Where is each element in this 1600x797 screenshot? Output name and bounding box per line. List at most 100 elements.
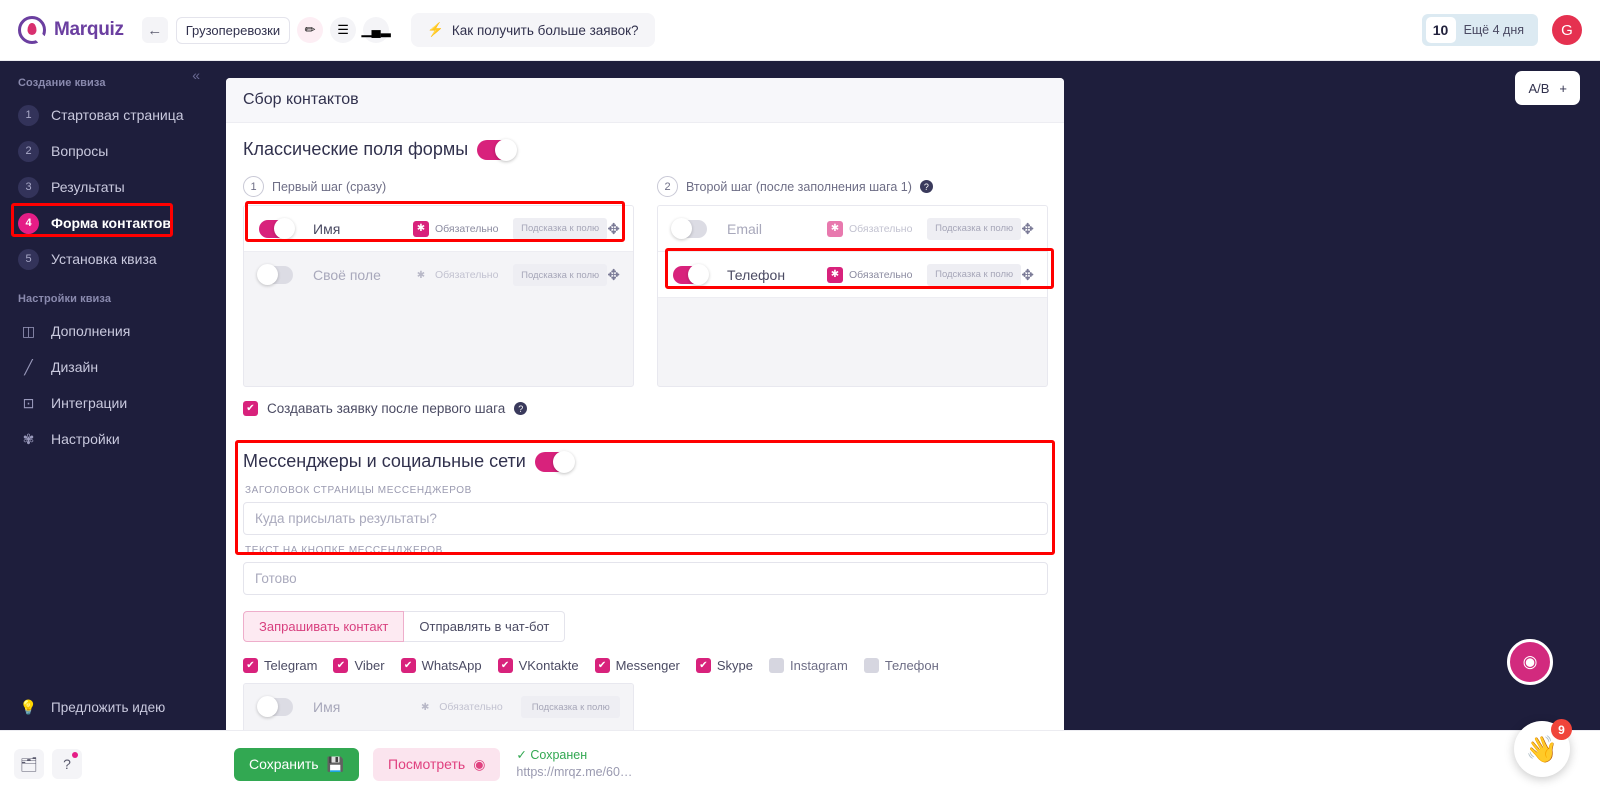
- top-bar: Marquiz ← Грузоперевозки ✏ ☰ ▁▄▂ ⚡ Как п…: [0, 0, 1600, 61]
- required-star-icon[interactable]: ✱: [417, 699, 433, 715]
- checkbox[interactable]: ✔: [333, 658, 349, 673]
- checkbox[interactable]: [769, 658, 785, 673]
- messengers-toggle[interactable]: [534, 450, 575, 473]
- channel-instagram[interactable]: Instagram: [769, 658, 848, 673]
- brush-icon: ╱: [24, 358, 33, 375]
- sidebar-item-install-quiz[interactable]: 5 Установка квиза: [0, 241, 210, 277]
- help-question-icon[interactable]: ?: [52, 749, 82, 779]
- channel-viber[interactable]: ✔ Viber: [333, 658, 385, 673]
- messengers-section: Мессенджеры и социальные сети ЗАГОЛОВОК …: [243, 450, 1048, 730]
- required-star-icon[interactable]: ✱: [413, 267, 429, 283]
- page-title-label: ЗАГОЛОВОК СТРАНИЦЫ МЕССЕНДЖЕРОВ: [245, 485, 472, 496]
- ab-test-button[interactable]: A/B +: [1515, 71, 1580, 105]
- back-button[interactable]: ←: [141, 17, 168, 43]
- sidebar-item-label: Установка квиза: [51, 251, 157, 267]
- field-row-messenger-name[interactable]: Имя ✱ Обязательно Подсказка к полю: [244, 684, 633, 730]
- button-text-input[interactable]: Готово: [243, 562, 1048, 595]
- quiz-name-field[interactable]: Грузоперевозки: [175, 16, 291, 44]
- preview-eye-fab[interactable]: ◉: [1507, 639, 1553, 685]
- promo-banner[interactable]: ⚡ Как получить больше заявок?: [411, 13, 655, 47]
- required-star-icon[interactable]: ✱: [826, 220, 843, 237]
- field-required[interactable]: ✱ Обязательно: [826, 266, 927, 283]
- sidebar-item-contact-form[interactable]: 4 Форма контактов: [0, 205, 210, 241]
- edit-pencil-icon[interactable]: ✏: [297, 17, 324, 43]
- messenger-mode-tabs: Запрашивать контакт Отправлять в чат-бот: [243, 611, 1047, 642]
- field-required[interactable]: ✱ Обязательно: [417, 699, 521, 715]
- sidebar-collapse-icon[interactable]: «: [192, 67, 200, 83]
- field-hint-input[interactable]: Подсказка к полю: [521, 696, 621, 718]
- move-icon[interactable]: ✥: [1021, 266, 1034, 284]
- checkbox[interactable]: [863, 658, 879, 673]
- app-root: Marquiz ← Грузоперевозки ✏ ☰ ▁▄▂ ⚡ Как п…: [0, 0, 1600, 797]
- field-row-phone[interactable]: Телефон ✱ Обязательно Подсказка к полю ✥: [658, 252, 1047, 298]
- save-button[interactable]: Сохранить 💾: [234, 747, 360, 781]
- sidebar-item-label: Настройки: [51, 431, 120, 447]
- channel-vkontakte[interactable]: ✔ VKontakte: [497, 658, 579, 673]
- channel-messenger[interactable]: ✔ Messenger: [594, 658, 680, 673]
- field-required[interactable]: ✱ Обязательно: [413, 267, 513, 283]
- checkbox[interactable]: ✔: [400, 658, 416, 673]
- avatar[interactable]: G: [1552, 15, 1582, 45]
- field-hint-input[interactable]: Подсказка к полю: [512, 217, 608, 240]
- tab-request-contact[interactable]: Запрашивать контакт: [243, 611, 405, 642]
- help-icon[interactable]: ?: [919, 180, 933, 193]
- credits-badge[interactable]: 10 Ещё 4 дня: [1421, 14, 1538, 46]
- sidebar-item-settings[interactable]: ✾ Настройки: [0, 421, 210, 457]
- required-star-icon[interactable]: ✱: [826, 266, 843, 283]
- create-lead-checkbox[interactable]: ✔: [243, 401, 258, 416]
- suggest-idea-button[interactable]: 💡 Предложить идею: [0, 699, 210, 716]
- field-row-custom[interactable]: Своё поле ✱ Обязательно Подсказка к полю…: [244, 252, 633, 298]
- tab-send-to-chatbot[interactable]: Отправлять в чат-бот: [404, 611, 566, 642]
- sidebar-item-design[interactable]: ╱ Дизайн: [0, 349, 210, 385]
- help-icon[interactable]: ?: [514, 402, 528, 415]
- list-icon[interactable]: ☰: [330, 17, 357, 43]
- chart-bar-icon[interactable]: ▁▄▂: [362, 17, 391, 43]
- move-icon[interactable]: ✥: [607, 220, 620, 238]
- required-label: Обязательно: [439, 701, 503, 713]
- create-lead-label: Создавать заявку после первого шага: [267, 401, 506, 416]
- channel-whatsapp[interactable]: ✔ WhatsApp: [400, 658, 482, 673]
- field-hint-input[interactable]: Подсказка к полю: [926, 263, 1022, 286]
- sidebar-item-questions[interactable]: 2 Вопросы: [0, 133, 210, 169]
- checkbox[interactable]: ✔: [695, 658, 711, 673]
- sidebar-item-results[interactable]: 3 Результаты: [0, 169, 210, 205]
- field-enable-toggle[interactable]: [257, 696, 293, 717]
- field-enable-toggle[interactable]: [257, 264, 293, 285]
- field-row-email[interactable]: Email ✱ Обязательно Подсказка к полю ✥: [658, 206, 1047, 252]
- field-required[interactable]: ✱ Обязательно: [826, 220, 927, 237]
- move-icon[interactable]: ✥: [607, 266, 620, 284]
- field-enable-toggle[interactable]: [671, 217, 707, 239]
- step2-number: 2: [657, 176, 678, 197]
- sidebar-item-addons[interactable]: ◫ Дополнения: [0, 313, 210, 349]
- brand-logo[interactable]: Marquiz: [18, 16, 124, 44]
- preview-button[interactable]: Посмотреть ◉: [373, 747, 501, 781]
- field-enable-toggle[interactable]: [259, 217, 295, 239]
- create-lead-row[interactable]: ✔ Создавать заявку после первого шага ?: [243, 401, 1047, 416]
- checkbox[interactable]: ✔: [497, 658, 513, 673]
- field-hint-input[interactable]: Подсказка к полю: [512, 264, 608, 286]
- field-enable-toggle[interactable]: [673, 263, 709, 285]
- sidebar-item-start-page[interactable]: 1 Стартовая страница: [0, 97, 210, 133]
- channel-phone[interactable]: Телефон: [863, 658, 939, 673]
- checkbox[interactable]: ✔: [594, 658, 610, 673]
- sidebar-item-integrations[interactable]: ⊡ Интеграции: [0, 385, 210, 421]
- toggle-knob: [257, 696, 278, 717]
- saved-url[interactable]: https://mrqz.me/60…: [516, 764, 632, 781]
- classic-fields-toggle[interactable]: [477, 138, 518, 161]
- add-variant-icon: +: [1559, 80, 1567, 96]
- checkbox[interactable]: ✔: [243, 658, 258, 673]
- channel-telegram[interactable]: ✔ Telegram: [243, 658, 317, 673]
- step2-label-row: 2 Второй шаг (после заполнения шага 1) ?: [657, 173, 1048, 200]
- field-required[interactable]: ✱ Обязательно: [412, 220, 513, 237]
- field-name: Имя: [313, 699, 341, 715]
- page-title-input[interactable]: Куда присылать результаты?: [243, 502, 1048, 535]
- wave-chat-fab[interactable]: 👋 9: [1514, 719, 1572, 777]
- step2-panel: Email ✱ Обязательно Подсказка к полю ✥ Т…: [657, 205, 1048, 387]
- field-hint-input[interactable]: Подсказка к полю: [926, 217, 1022, 240]
- folder-clock-icon[interactable]: 🗂: [14, 749, 44, 779]
- eye-icon: ◉: [473, 755, 486, 772]
- field-row-name[interactable]: Имя ✱ Обязательно Подсказка к полю ✥: [244, 206, 633, 252]
- required-star-icon[interactable]: ✱: [412, 220, 429, 237]
- channel-skype[interactable]: ✔ Skype: [695, 658, 753, 673]
- move-icon[interactable]: ✥: [1021, 220, 1034, 238]
